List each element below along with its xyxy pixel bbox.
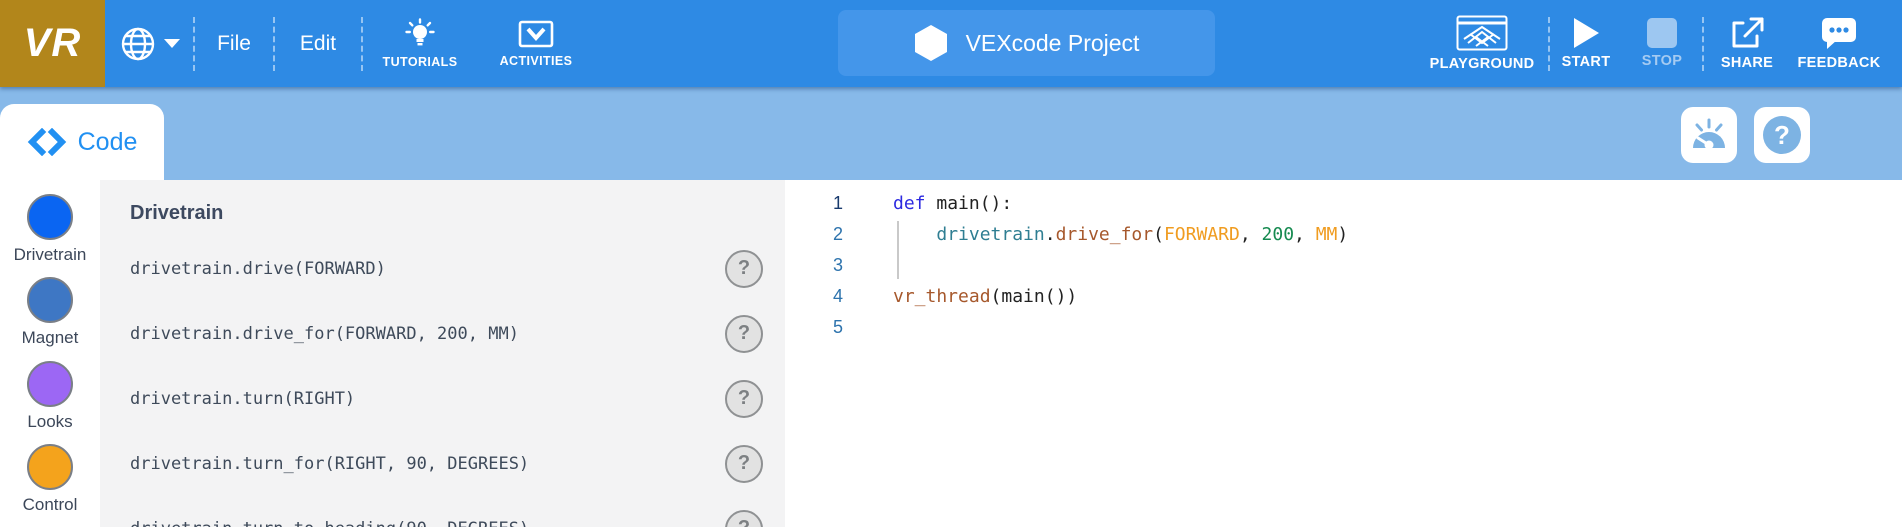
- command-row[interactable]: drivetrain.drive_for(FORWARD, 200, MM)?: [130, 301, 785, 366]
- feedback-button[interactable]: FEEDBACK: [1790, 16, 1888, 71]
- code-line: 3: [785, 250, 1902, 281]
- code-text: drivetrain.drive_for(FORWARD, 200, MM): [893, 219, 1348, 250]
- top-actions: PLAYGROUND START STOP: [1416, 0, 1888, 87]
- sidebar-item-drivetrain[interactable]: Drivetrain: [14, 194, 87, 277]
- category-circle-icon: [27, 361, 73, 407]
- sidebar-item-control[interactable]: Control: [23, 444, 78, 527]
- code-line: 1 def main():: [785, 188, 1902, 219]
- play-icon: [1572, 17, 1600, 49]
- command-text: drivetrain.drive(FORWARD): [130, 259, 725, 279]
- category-label: Drivetrain: [14, 245, 87, 265]
- line-number: 3: [785, 250, 843, 281]
- code-brackets-icon: [27, 128, 67, 156]
- line-number: 1: [785, 188, 843, 219]
- top-menu-bar: VR File Edit: [0, 0, 1902, 87]
- playground-icon: [1456, 15, 1508, 51]
- sidebar-item-magnet[interactable]: Magnet: [22, 277, 79, 360]
- category-label: Looks: [27, 412, 72, 432]
- tutorials-button[interactable]: TUTORIALS: [363, 18, 477, 69]
- share-label: SHARE: [1721, 55, 1773, 71]
- vr-logo[interactable]: VR: [0, 0, 105, 87]
- gauge-icon: [1689, 118, 1729, 152]
- vr-logo-text: VR: [24, 21, 82, 66]
- command-help-button[interactable]: ?: [725, 315, 763, 353]
- command-text: drivetrain.turn_for(RIGHT, 90, DEGREES): [130, 454, 725, 474]
- workspace-tools: ?: [1681, 107, 1810, 163]
- command-text: drivetrain.drive_for(FORWARD, 200, MM): [130, 324, 725, 344]
- lightbulb-icon: [403, 18, 437, 50]
- stop-icon: [1647, 18, 1677, 48]
- command-row[interactable]: drivetrain.drive(FORWARD)?: [130, 236, 785, 301]
- code-editor[interactable]: 1def main():2 drivetrain.drive_for(FORWA…: [785, 180, 1902, 527]
- code-line: 4 vr_thread(main()): [785, 281, 1902, 312]
- globe-icon: [119, 25, 157, 63]
- command-category-header: Drivetrain: [130, 202, 785, 236]
- command-help-button[interactable]: ?: [725, 510, 763, 527]
- command-help-button[interactable]: ?: [725, 445, 763, 483]
- playground-button[interactable]: PLAYGROUND: [1416, 15, 1548, 72]
- line-number: 5: [785, 312, 843, 343]
- command-list: drivetrain.drive(FORWARD)?drivetrain.dri…: [130, 236, 785, 527]
- main-content: Drivetrain Magnet Looks Control Drivetrain …: [0, 180, 1902, 527]
- code-text: vr_thread(main()): [893, 281, 1077, 312]
- project-name-button[interactable]: VEXcode Project: [838, 10, 1215, 76]
- code-line: 5: [785, 312, 1902, 343]
- category-circle-icon: [27, 277, 73, 323]
- command-row[interactable]: drivetrain.turn(RIGHT)?: [130, 366, 785, 431]
- chevron-down-icon: [164, 39, 180, 48]
- stop-button[interactable]: STOP: [1622, 18, 1702, 69]
- code-line: 2 drivetrain.drive_for(FORWARD, 200, MM): [785, 219, 1902, 250]
- command-row[interactable]: drivetrain.turn_to_heading(90, DEGREES)?: [130, 496, 785, 527]
- line-number: 4: [785, 281, 843, 312]
- vexcode-vr-app: VR File Edit: [0, 0, 1902, 527]
- stop-label: STOP: [1642, 53, 1682, 69]
- tab-code[interactable]: Code: [0, 104, 164, 180]
- speech-bubble-icon: [1820, 16, 1858, 50]
- sidebar-item-looks[interactable]: Looks: [27, 361, 73, 444]
- line-number: 2: [785, 219, 843, 250]
- share-icon: [1729, 16, 1765, 50]
- start-button[interactable]: START: [1550, 17, 1622, 70]
- help-button[interactable]: ?: [1754, 107, 1810, 163]
- activities-button[interactable]: ACTIVITIES: [477, 19, 595, 68]
- file-menu[interactable]: File: [195, 32, 273, 56]
- start-label: START: [1562, 54, 1611, 70]
- command-text: drivetrain.turn(RIGHT): [130, 389, 725, 409]
- dashboard-monitor-button[interactable]: [1681, 107, 1737, 163]
- command-text: drivetrain.turn_to_heading(90, DEGREES): [130, 519, 725, 527]
- activities-label: ACTIVITIES: [500, 54, 573, 68]
- category-label: Magnet: [22, 328, 79, 348]
- command-help-button[interactable]: ?: [725, 380, 763, 418]
- tab-code-label: Code: [78, 128, 138, 157]
- playground-label: PLAYGROUND: [1430, 56, 1535, 72]
- workspace-toolbar: Code ?: [0, 87, 1902, 180]
- command-help-button[interactable]: ?: [725, 250, 763, 288]
- category-circle-icon: [27, 444, 73, 490]
- share-button[interactable]: SHARE: [1704, 16, 1790, 71]
- checkbox-icon: [518, 19, 554, 49]
- indent-guide: [897, 221, 899, 279]
- category-circle-icon: [27, 194, 73, 240]
- question-mark-icon: ?: [1763, 116, 1801, 154]
- code-text: def main():: [893, 188, 1012, 219]
- edit-menu[interactable]: Edit: [275, 32, 361, 56]
- hexagon-icon: [914, 24, 948, 62]
- language-menu[interactable]: [105, 25, 193, 63]
- tutorials-label: TUTORIALS: [383, 55, 458, 69]
- feedback-label: FEEDBACK: [1798, 55, 1881, 71]
- category-label: Control: [23, 495, 78, 515]
- command-row[interactable]: drivetrain.turn_for(RIGHT, 90, DEGREES)?: [130, 431, 785, 496]
- command-panel: Drivetrain drivetrain.drive(FORWARD)?dri…: [100, 180, 785, 527]
- category-sidebar: Drivetrain Magnet Looks Control: [0, 180, 100, 527]
- project-name-label: VEXcode Project: [966, 30, 1140, 57]
